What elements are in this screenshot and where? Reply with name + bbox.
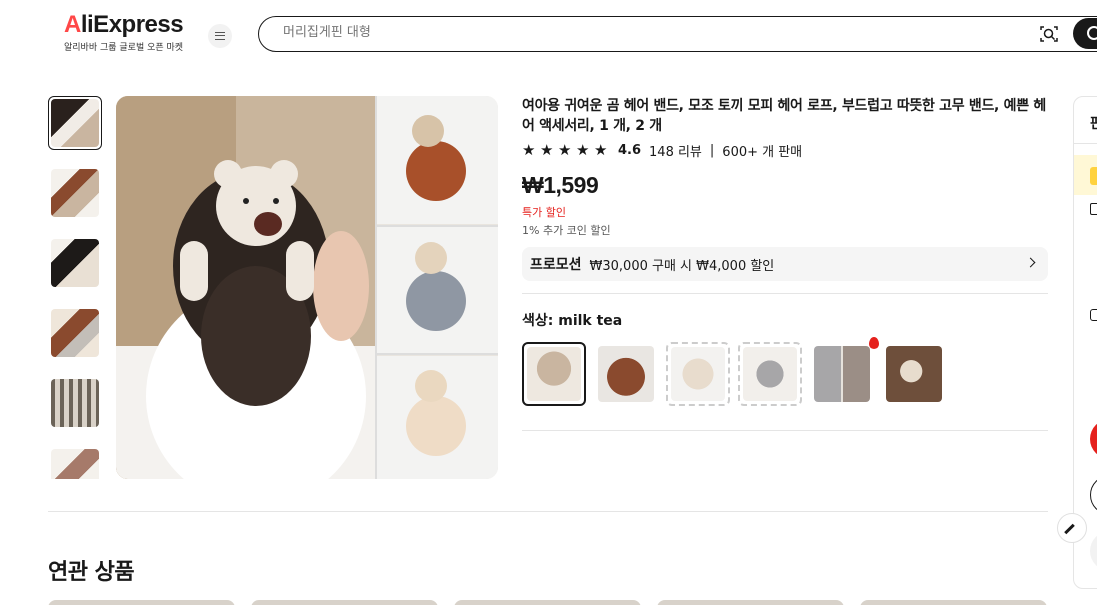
wishlist-button[interactable] bbox=[1090, 531, 1097, 571]
swatch-set[interactable] bbox=[882, 342, 946, 406]
related-products-heading: 연관 상품 bbox=[48, 560, 135, 585]
thumbnail[interactable] bbox=[48, 376, 102, 430]
color-label: 색상: milk tea bbox=[522, 313, 623, 329]
related-product-card[interactable] bbox=[454, 600, 641, 605]
thumbnail[interactable] bbox=[48, 166, 102, 220]
panel-title: 판 bbox=[1090, 113, 1097, 133]
product-title: 여아용 귀여운 곰 헤어 밴드, 모조 토끼 모피 헤어 로프, 부드럽고 따뜻… bbox=[522, 98, 1046, 134]
half-star-icon: ★ bbox=[594, 141, 608, 159]
star-icon: ★ bbox=[576, 141, 590, 159]
related-product-card[interactable] bbox=[48, 600, 235, 605]
related-products-row bbox=[48, 600, 1047, 605]
rating-score: 4.6 bbox=[618, 142, 642, 158]
swatch-gray-set[interactable] bbox=[810, 337, 879, 406]
review-count[interactable]: 148 리뷰 bbox=[649, 141, 702, 160]
thumbnail[interactable] bbox=[48, 236, 102, 290]
thumbnail[interactable] bbox=[48, 446, 102, 479]
star-rating: ★ ★ ★ ★ ★ bbox=[522, 142, 610, 158]
divider bbox=[1074, 143, 1097, 144]
protection-icon bbox=[1090, 309, 1097, 321]
sold-count: 600+ 개 판매 bbox=[722, 144, 803, 160]
thumbnail[interactable] bbox=[48, 306, 102, 360]
menu-icon[interactable] bbox=[208, 24, 232, 48]
section-divider bbox=[48, 511, 1048, 512]
related-product-card[interactable] bbox=[657, 600, 844, 605]
swatch-brown[interactable] bbox=[594, 342, 658, 406]
swatch-gray[interactable] bbox=[738, 342, 802, 406]
hot-icon bbox=[869, 337, 879, 349]
divider bbox=[522, 430, 1048, 431]
swatch-milk-tea[interactable] bbox=[522, 342, 586, 406]
search-input[interactable] bbox=[283, 25, 983, 40]
edit-icon[interactable] bbox=[1057, 513, 1087, 543]
buy-now-button[interactable] bbox=[1090, 419, 1097, 459]
main-product-image[interactable] bbox=[116, 96, 498, 479]
thumbnail-list[interactable] bbox=[48, 96, 102, 479]
related-product-card[interactable] bbox=[251, 600, 438, 605]
image-search-icon[interactable] bbox=[1039, 24, 1059, 44]
promotion-text: ₩30,000 구매 시 ₩4,000 할인 bbox=[589, 258, 775, 274]
swatch-beige[interactable] bbox=[666, 342, 730, 406]
price: ₩1,599 bbox=[522, 172, 599, 198]
logo-subtitle: 알리바바 그룹 글로벌 오픈 마켓 bbox=[64, 43, 184, 53]
add-to-cart-button[interactable] bbox=[1090, 475, 1097, 515]
rating-row[interactable]: ★ ★ ★ ★ ★ 4.6 148 리뷰 | 600+ 개 판매 bbox=[522, 140, 802, 160]
search-button[interactable] bbox=[1073, 18, 1097, 49]
shipping-icon bbox=[1090, 203, 1097, 215]
coupon-icon bbox=[1090, 167, 1097, 185]
chevron-right-icon bbox=[1025, 257, 1036, 268]
separator: | bbox=[709, 142, 715, 158]
search-bar bbox=[258, 16, 1097, 52]
star-icon: ★ bbox=[522, 141, 536, 159]
search-icon bbox=[1087, 26, 1097, 40]
logo-text-rest: liExpress bbox=[80, 11, 184, 38]
related-product-card[interactable] bbox=[860, 600, 1047, 605]
star-icon: ★ bbox=[558, 141, 572, 159]
color-swatches bbox=[522, 337, 946, 406]
star-icon: ★ bbox=[540, 141, 554, 159]
promotion-tag: 프로모션 bbox=[530, 257, 582, 273]
coin-discount: 1% 추가 코인 할인 bbox=[522, 224, 611, 237]
thumbnail[interactable] bbox=[48, 96, 102, 150]
divider bbox=[522, 293, 1048, 294]
logo-text: AliExpress bbox=[64, 11, 184, 38]
aliexpress-logo[interactable]: AliExpress 알리바바 그룹 글로벌 오픈 마켓 bbox=[64, 11, 194, 54]
promotion-banner[interactable]: 프로모션 ₩30,000 구매 시 ₩4,000 할인 bbox=[522, 247, 1048, 281]
product-photo bbox=[116, 96, 498, 479]
deal-label: 특가 할인 bbox=[522, 206, 566, 219]
